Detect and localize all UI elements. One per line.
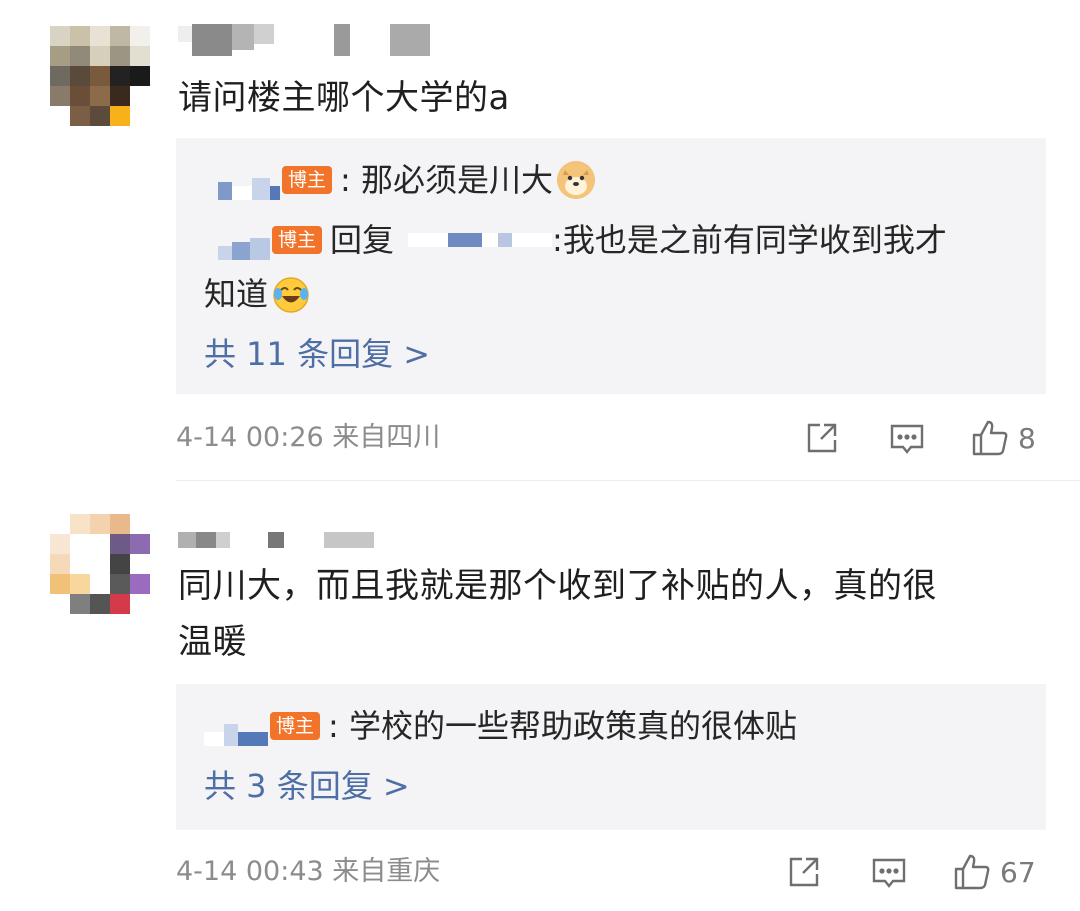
comment-divider <box>176 480 1080 481</box>
like-button[interactable]: 67 <box>952 852 1036 892</box>
reply-text: :我也是之前有同学收到我才 <box>552 221 947 259</box>
reply-text: : 那必须是川大 <box>340 161 553 199</box>
avatar[interactable] <box>50 514 150 614</box>
share-icon <box>804 420 840 456</box>
reply-text: : 学校的一些帮助政策真的很体贴 <box>328 707 797 745</box>
reply-item[interactable]: 博主 : 学校的一些帮助政策真的很体贴 <box>204 698 797 754</box>
comment-meta: 4-14 00:26 来自四川 <box>176 422 441 453</box>
reply-prefix: 回复 <box>330 221 395 259</box>
blogger-badge: 博主 <box>272 226 323 254</box>
reply-username-blurred <box>204 220 270 260</box>
share-button[interactable] <box>804 420 840 456</box>
reply-box[interactable]: 博主 : 学校的一些帮助政策真的很体贴 共 3 条回复 > <box>176 684 1046 830</box>
doge-emoji-icon <box>556 161 595 199</box>
like-count: 8 <box>1018 421 1036 455</box>
blogger-badge: 博主 <box>270 712 321 740</box>
thumbs-up-icon <box>970 418 1010 458</box>
comment-meta: 4-14 00:43 来自重庆 <box>176 856 441 887</box>
reply-username-blurred <box>204 706 268 746</box>
reply-item[interactable]: 博主 : 那必须是川大 <box>204 152 595 208</box>
mentioned-user-blurred[interactable] <box>408 220 553 260</box>
comment-icon <box>870 854 908 892</box>
comment-text-continued: 温暖 <box>178 622 247 662</box>
share-button[interactable] <box>786 854 822 890</box>
comment-button[interactable] <box>888 420 926 458</box>
like-button[interactable]: 8 <box>970 418 1036 458</box>
comment-button[interactable] <box>870 854 908 892</box>
avatar[interactable] <box>50 26 150 126</box>
reply-username-blurred <box>204 160 280 200</box>
thumbs-up-icon <box>952 852 992 892</box>
like-count: 67 <box>1000 855 1036 889</box>
comment-icon <box>888 420 926 458</box>
reply-text: 知道 <box>204 275 269 313</box>
reply-box[interactable]: 博主 : 那必须是川大 博主 回复 :我也是之前有同学收到我才 知道 共 11 … <box>176 138 1046 394</box>
comment-text: 请问楼主哪个大学的a <box>178 78 510 118</box>
view-more-replies-link[interactable]: 共 3 条回复 > <box>204 762 410 810</box>
view-more-replies-link[interactable]: 共 11 条回复 > <box>204 330 430 378</box>
username-blurred[interactable] <box>178 528 374 560</box>
blogger-badge: 博主 <box>282 166 333 194</box>
username-blurred[interactable] <box>178 24 430 56</box>
reply-item-continued: 知道 <box>204 266 310 322</box>
comment-text: 同川大，而且我就是那个收到了补贴的人，真的很 <box>178 566 937 606</box>
share-icon <box>786 854 822 890</box>
reply-item[interactable]: 博主 回复 :我也是之前有同学收到我才 <box>204 212 947 268</box>
laugh-cry-emoji-icon <box>272 275 310 313</box>
